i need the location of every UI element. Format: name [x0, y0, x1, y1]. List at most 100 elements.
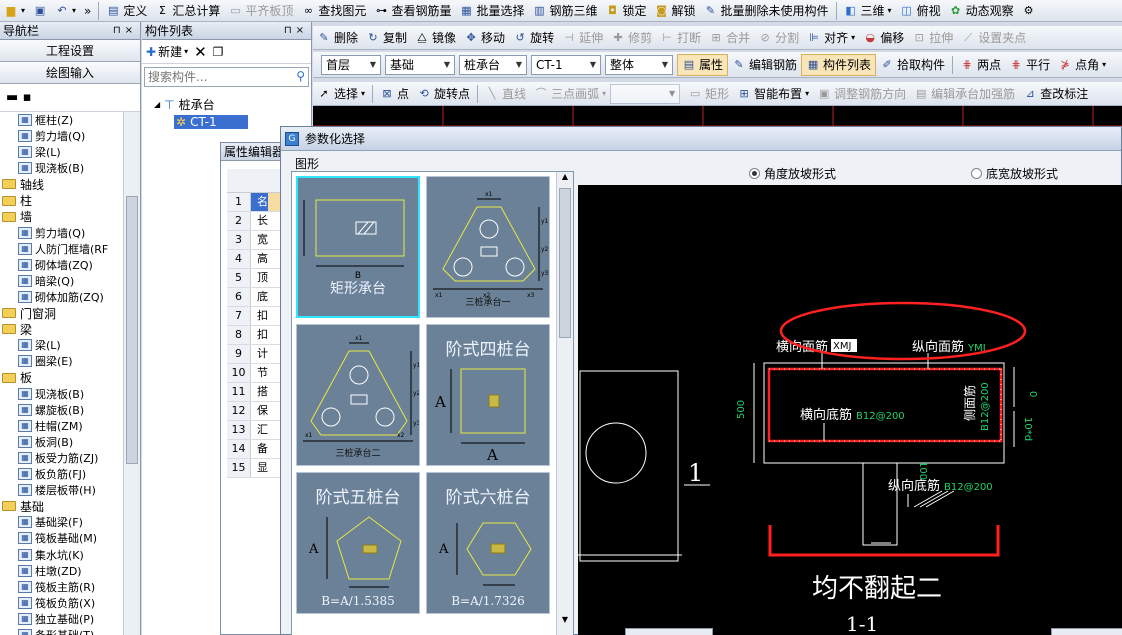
tile-rect-cap[interactable]: B 矩形承台 [296, 176, 420, 318]
component-list-button[interactable]: ▦ 构件列表 [801, 53, 877, 76]
scroll-thumb[interactable] [559, 188, 571, 338]
nav-tree-item[interactable]: ▦ 板洞(B) [0, 434, 124, 450]
adjust-rebar-direction-button[interactable]: ▣ 调整钢筋方向 [813, 83, 910, 105]
nav-scrollbar[interactable] [123, 112, 140, 635]
nav-tree-item[interactable]: ▦ 集水坑(K) [0, 547, 124, 563]
nav-tree-item[interactable]: ▦ 砌体加筋(ZQ) [0, 289, 124, 305]
extend-button[interactable]: ⊣ 延伸 [558, 27, 607, 49]
floor-select[interactable]: 首层 ▼ [321, 54, 381, 75]
undo-button[interactable]: ↶ ▾ [51, 0, 80, 21]
nav-tree-item[interactable]: ▦ 楼层板带(H) [0, 482, 124, 498]
overflow-button[interactable]: » [80, 0, 95, 21]
batch-delete-unused-button[interactable]: ✎ 批量删除未使用构件 [700, 0, 833, 21]
pick-component-button[interactable]: ✐ 拾取构件 [876, 54, 949, 76]
tree-item-ct1[interactable]: ✲ CT-1 [174, 115, 248, 129]
nav-category[interactable]: 梁 [0, 321, 124, 337]
nav-tree-item[interactable]: ▦ 梁(L) [0, 337, 124, 353]
delete-button[interactable]: ✎ 删除 [313, 27, 362, 49]
component-select[interactable]: CT-1 ▼ [531, 54, 601, 75]
edit-cap-strengthening-button[interactable]: ▤ 编辑承台加强筋 [910, 83, 1019, 105]
query-annotation-button[interactable]: ⊿ 查改标注 [1019, 83, 1092, 105]
rectangle-button[interactable]: ▭ 矩形 [684, 83, 733, 105]
nav-tree-item[interactable]: ▦ 剪力墙(Q) [0, 128, 124, 144]
offset-button[interactable]: ◒ 偏移 [859, 27, 908, 49]
collapse-icon[interactable]: ▬ ▪ [6, 90, 32, 105]
nav-tree-item[interactable]: ▦ 梁(L) [0, 144, 124, 160]
nav-tree-item[interactable]: ▦ 暗梁(Q) [0, 273, 124, 289]
nav-tree-item[interactable]: ▦条形基础(T) [0, 627, 124, 635]
nav-tree-item[interactable]: ▦ 人防门框墙(RF [0, 241, 124, 257]
lock-button[interactable]: ◘ 锁定 [601, 0, 650, 21]
nav-category[interactable]: 基础 [0, 498, 124, 514]
scroll-down-icon[interactable]: ▼ [557, 615, 573, 624]
nav-tree-item[interactable]: ▦ 现浇板(B) [0, 386, 124, 402]
nav-tree-item[interactable]: ▦ 框柱(Z) [0, 112, 124, 128]
arc-button[interactable]: ⌒ 三点画弧 ▾ [530, 83, 610, 105]
delete-icon[interactable]: ✕ [194, 43, 207, 61]
nav-category[interactable]: 柱 [0, 192, 124, 208]
open-file-button[interactable]: ▆ ▾ [0, 0, 29, 21]
break-button[interactable]: ⊢ 打断 [656, 27, 705, 49]
merge-button[interactable]: ⊞ 合并 [705, 27, 754, 49]
unlock-button[interactable]: ◙ 解锁 [651, 0, 700, 21]
tile-three-pile-cap-1[interactable]: x1 y1 y2 y3 x1 x2 x3 三桩承台一 [426, 176, 550, 318]
nav-tree-item[interactable]: ▦ 筏板基础(M) [0, 530, 124, 546]
view-rebar-qty-button[interactable]: ⊶ 查看钢筋量 [370, 0, 455, 21]
nav-tree-item[interactable]: ▦ 螺旋板(B) [0, 402, 124, 418]
parallel-button[interactable]: ⋕ 平行 [1005, 54, 1054, 76]
nav-category[interactable]: 墙 [0, 209, 124, 225]
nav-tree-item[interactable]: ▦ 筏板负筋(X) [0, 595, 124, 611]
gallery-scrollbar[interactable]: ▲ ▼ [556, 172, 573, 635]
nav-tree-item[interactable]: ▦ 筏板主筋(R) [0, 579, 124, 595]
angle-slope-radio[interactable]: 角度放坡形式 [749, 165, 836, 182]
nav-tree-item[interactable]: ▦ 砌体墙(ZQ) [0, 257, 124, 273]
bottom-width-slope-radio[interactable]: 底宽放坡形式 [971, 165, 1058, 182]
element-type-select[interactable]: 桩承台 ▼ [459, 54, 527, 75]
align-button[interactable]: ⊫ 对齐 ▾ [803, 27, 859, 49]
search-icon[interactable]: ⚲ [296, 69, 305, 83]
dialog-title-bar[interactable]: G 参数化选择 [281, 127, 1121, 151]
top-view-button[interactable]: ◫ 俯视 [896, 0, 945, 21]
copy-button[interactable]: ↻ 复制 [362, 27, 411, 49]
nav-tree-item[interactable]: ▦ 圈梁(E) [0, 353, 124, 369]
batch-select-button[interactable]: ▦ 批量选择 [455, 0, 528, 21]
line-button[interactable]: ╲ 直线 [481, 83, 530, 105]
rotate-point-button[interactable]: ⟲ 旋转点 [413, 83, 474, 105]
point-angle-button[interactable]: ⋡ 点角 ▾ [1054, 54, 1110, 76]
nav-tree-item[interactable]: ▦ 柱墩(ZD) [0, 563, 124, 579]
nav-tree-item[interactable]: ▦ 现浇板(B) [0, 160, 124, 176]
define-button[interactable]: ▤ 定义 [102, 0, 151, 21]
rotate-button[interactable]: ↺ 旋转 [509, 27, 558, 49]
tile-stepped-four-pile[interactable]: 阶式四桩台 A A [426, 324, 550, 466]
pin-close-icons[interactable]: ⊓× [284, 25, 308, 36]
smart-layout-button[interactable]: ⊞ 智能布置 ▾ [733, 83, 813, 105]
nav-category[interactable]: 门窗洞 [0, 305, 124, 321]
stretch-button[interactable]: ⊡ 拉伸 [908, 27, 957, 49]
tile-stepped-six-pile[interactable]: 阶式六桩台 A B=A/1.7326 [426, 472, 550, 614]
draw-mode-select[interactable]: ▼ [610, 83, 681, 104]
rebar-3d-button[interactable]: ▥ 钢筋三维 [528, 0, 601, 21]
nav-tree-item[interactable]: ▦ 板负筋(FJ) [0, 466, 124, 482]
project-settings-button[interactable]: 工程设置 [0, 40, 140, 62]
category-select[interactable]: 基础 ▼ [385, 54, 455, 75]
ok-button[interactable] [625, 628, 713, 635]
drawing-input-button[interactable]: 绘图输入 [0, 62, 140, 84]
nav-tree-item[interactable]: ▦ 剪力墙(Q) [0, 225, 124, 241]
dynamic-orbit-button[interactable]: ✿ 动态观察 [945, 0, 1018, 21]
new-component-button[interactable]: ✚ 新建 ▾ [146, 43, 188, 60]
edit-rebar-button[interactable]: ✎ 编辑钢筋 [728, 54, 801, 76]
scroll-thumb[interactable] [126, 196, 138, 464]
two-point-button[interactable]: ⋕ 两点 [956, 54, 1005, 76]
nav-category[interactable]: 轴线 [0, 176, 124, 192]
save-button[interactable]: ▣ [29, 0, 51, 21]
move-button[interactable]: ✥ 移动 [460, 27, 509, 49]
select-button[interactable]: ➚ 选择 ▾ [313, 83, 369, 105]
pin-close-icons[interactable]: ⊓× [113, 25, 137, 36]
tile-three-pile-cap-2[interactable]: x1 y1 y2 y3 x1 x2 三桩承台二 [296, 324, 421, 466]
tile-stepped-five-pile[interactable]: 阶式五桩台 A B=A/1.5385 [296, 472, 420, 614]
nav-category[interactable]: 板 [0, 370, 124, 386]
tree-root[interactable]: ◢ ⊤ 桩承台 [154, 96, 311, 113]
nav-tree-item[interactable]: ▦ 独立基础(P) [0, 611, 124, 627]
scroll-up-icon[interactable]: ▲ [557, 172, 573, 186]
summary-calc-button[interactable]: Σ 汇总计算 [151, 0, 224, 21]
